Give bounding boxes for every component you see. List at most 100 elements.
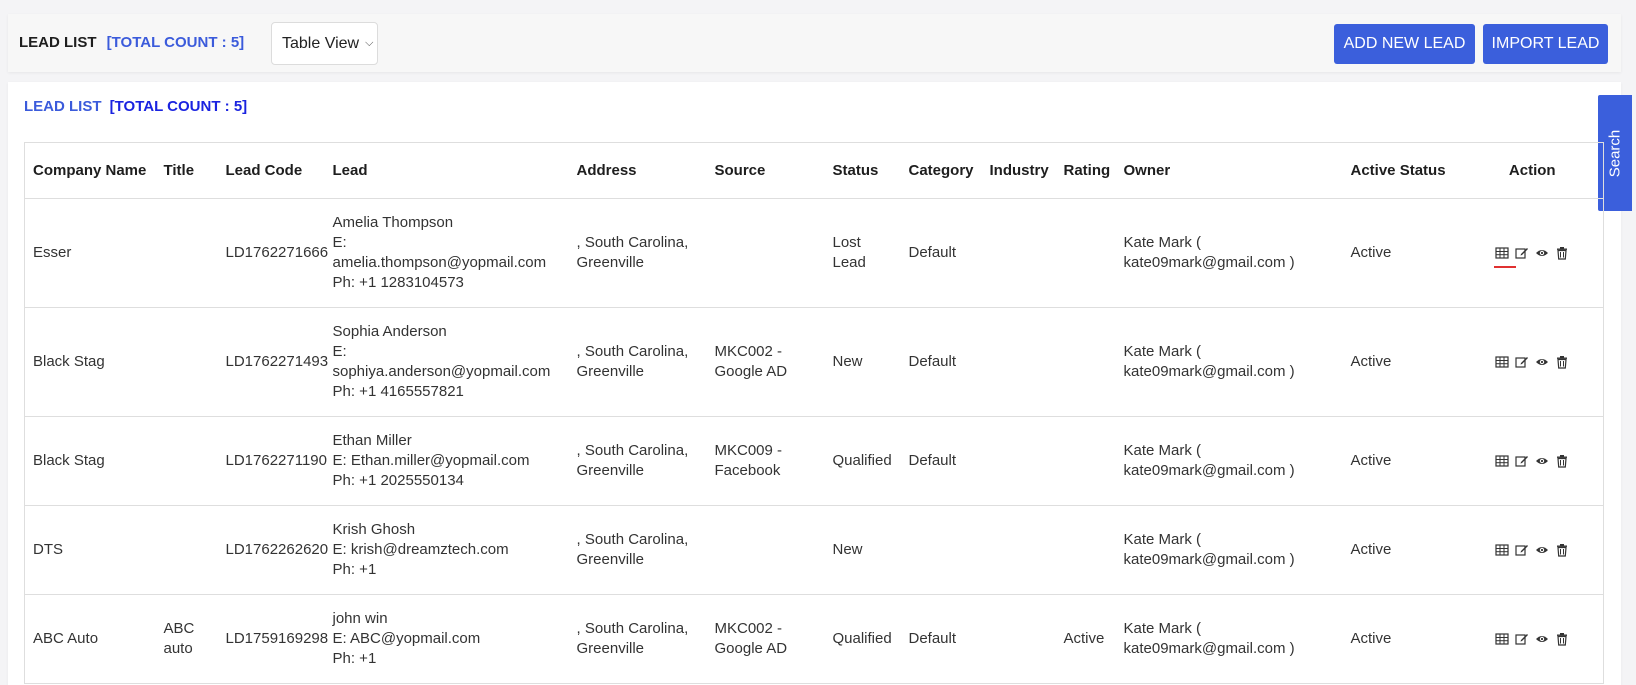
active-status-cell: Active <box>1342 594 1462 684</box>
lead-name: john win <box>332 610 388 627</box>
lead-table: Company Name Title Lead Code Lead Addres… <box>24 142 1604 684</box>
industry-cell <box>981 594 1056 684</box>
table-icon[interactable] <box>1495 454 1509 468</box>
active-status-cell: Active <box>1342 307 1462 417</box>
industry-cell <box>981 198 1056 308</box>
lead-email-label: E: <box>332 343 347 360</box>
address-cell: , South Carolina, Greenville <box>568 198 707 308</box>
title-cell <box>155 416 218 506</box>
status-cell: New <box>824 505 901 595</box>
lead-cell: Amelia Thompson E: amelia.thompson@yopma… <box>324 198 569 308</box>
table-row: Black Stag LD1762271493 Sophia Anderson … <box>24 307 1604 417</box>
rating-cell: Active <box>1055 594 1116 684</box>
table-row: Esser LD1762271666 Amelia Thompson E: am… <box>24 198 1604 308</box>
edit-icon[interactable] <box>1515 632 1529 646</box>
lead-email: E: ABC@yopmail.com <box>332 630 481 647</box>
table-header-row: Company Name Title Lead Code Lead Addres… <box>24 142 1604 199</box>
delete-trash-icon[interactable] <box>1555 246 1569 260</box>
action-cell <box>1461 416 1604 506</box>
status-cell: New <box>824 307 901 417</box>
owner-cell: Kate Mark ( kate09mark@gmail.com ) <box>1115 594 1343 684</box>
table-icon[interactable] <box>1494 246 1517 268</box>
column-header-lead[interactable]: Lead <box>324 142 569 199</box>
table-icon[interactable] <box>1495 632 1509 646</box>
industry-cell <box>981 307 1056 417</box>
add-new-lead-button[interactable]: ADD NEW LEAD <box>1334 24 1475 64</box>
address-cell: , South Carolina, Greenville <box>568 505 707 595</box>
lead-name: Sophia Anderson <box>332 323 447 340</box>
column-header-address[interactable]: Address <box>568 142 707 199</box>
delete-trash-icon[interactable] <box>1555 543 1569 557</box>
page-header: LEAD LIST [TOTAL COUNT : 5] Table View ⌵… <box>8 14 1621 72</box>
owner-cell: Kate Mark ( kate09mark@gmail.com ) <box>1115 505 1343 595</box>
column-header-category[interactable]: Category <box>900 142 982 199</box>
column-header-lead-code[interactable]: Lead Code <box>217 142 325 199</box>
status-cell: Qualified <box>824 594 901 684</box>
industry-cell <box>981 416 1056 506</box>
rating-cell <box>1055 198 1116 308</box>
lead-code-cell: LD1762271666 <box>217 198 328 308</box>
column-header-title[interactable]: Title <box>155 142 218 199</box>
action-cell <box>1461 198 1604 308</box>
action-cell <box>1461 307 1604 417</box>
import-lead-button[interactable]: IMPORT LEAD <box>1483 24 1608 64</box>
active-status-cell: Active <box>1342 198 1462 308</box>
delete-trash-icon[interactable] <box>1555 454 1569 468</box>
column-header-source[interactable]: Source <box>706 142 825 199</box>
lead-email: E: Ethan.miller@yopmail.com <box>332 452 530 469</box>
industry-cell <box>981 505 1056 595</box>
rating-cell <box>1055 505 1116 595</box>
company-cell: ABC Auto <box>24 594 156 684</box>
edit-icon[interactable] <box>1515 355 1529 369</box>
edit-icon[interactable] <box>1515 543 1529 557</box>
lead-code-cell: LD1759169298 <box>217 594 328 684</box>
table-icon[interactable] <box>1495 543 1509 557</box>
source-cell <box>706 505 825 595</box>
source-cell: MKC009 - Facebook <box>706 416 825 506</box>
view-eye-icon[interactable] <box>1535 246 1549 260</box>
view-eye-icon[interactable] <box>1535 632 1549 646</box>
view-eye-icon[interactable] <box>1535 355 1549 369</box>
action-cell <box>1461 594 1604 684</box>
company-cell: DTS <box>24 505 156 595</box>
view-eye-icon[interactable] <box>1535 543 1549 557</box>
column-header-status[interactable]: Status <box>824 142 901 199</box>
lead-cell: john win E: ABC@yopmail.com Ph: +1 <box>324 594 569 684</box>
lead-phone: Ph: +1 2025550134 <box>332 472 464 489</box>
status-cell: Lost Lead <box>824 198 901 308</box>
category-cell <box>900 505 982 595</box>
view-select[interactable]: Table View ⌵ <box>271 22 378 65</box>
delete-trash-icon[interactable] <box>1555 355 1569 369</box>
column-header-industry[interactable]: Industry <box>981 142 1056 199</box>
lead-phone: Ph: +1 4165557821 <box>332 383 464 400</box>
address-cell: , South Carolina, Greenville <box>568 307 707 417</box>
owner-cell: Kate Mark ( kate09mark@gmail.com ) <box>1115 307 1343 417</box>
edit-icon[interactable] <box>1515 454 1529 468</box>
action-cell <box>1461 505 1604 595</box>
lead-code-cell: LD1762271493 <box>217 307 328 417</box>
column-header-rating[interactable]: Rating <box>1055 142 1116 199</box>
title-cell <box>155 307 218 417</box>
category-cell: Default <box>900 307 982 417</box>
total-count-label: [TOTAL COUNT : 5] <box>106 34 245 51</box>
lead-name: Krish Ghosh <box>332 521 416 538</box>
company-cell: Black Stag <box>24 416 156 506</box>
delete-trash-icon[interactable] <box>1555 632 1569 646</box>
view-eye-icon[interactable] <box>1535 454 1549 468</box>
table-icon[interactable] <box>1495 355 1509 369</box>
column-header-company-name[interactable]: Company Name <box>24 142 156 199</box>
category-cell: Default <box>900 594 982 684</box>
status-cell: Qualified <box>824 416 901 506</box>
active-underline <box>1494 266 1517 268</box>
address-cell: , South Carolina, Greenville <box>568 416 707 506</box>
column-header-action: Action <box>1461 142 1604 199</box>
edit-icon[interactable] <box>1515 246 1529 260</box>
lead-email: E: krish@dreamztech.com <box>332 541 509 558</box>
table-row: Black Stag LD1762271190 Ethan Miller E: … <box>24 416 1604 506</box>
category-cell: Default <box>900 198 982 308</box>
column-header-owner[interactable]: Owner <box>1115 142 1343 199</box>
company-cell: Black Stag <box>24 307 156 417</box>
address-cell: , South Carolina, Greenville <box>568 594 707 684</box>
column-header-active-status[interactable]: Active Status <box>1342 142 1462 199</box>
lead-code-cell: LD1762271190 <box>217 416 327 506</box>
